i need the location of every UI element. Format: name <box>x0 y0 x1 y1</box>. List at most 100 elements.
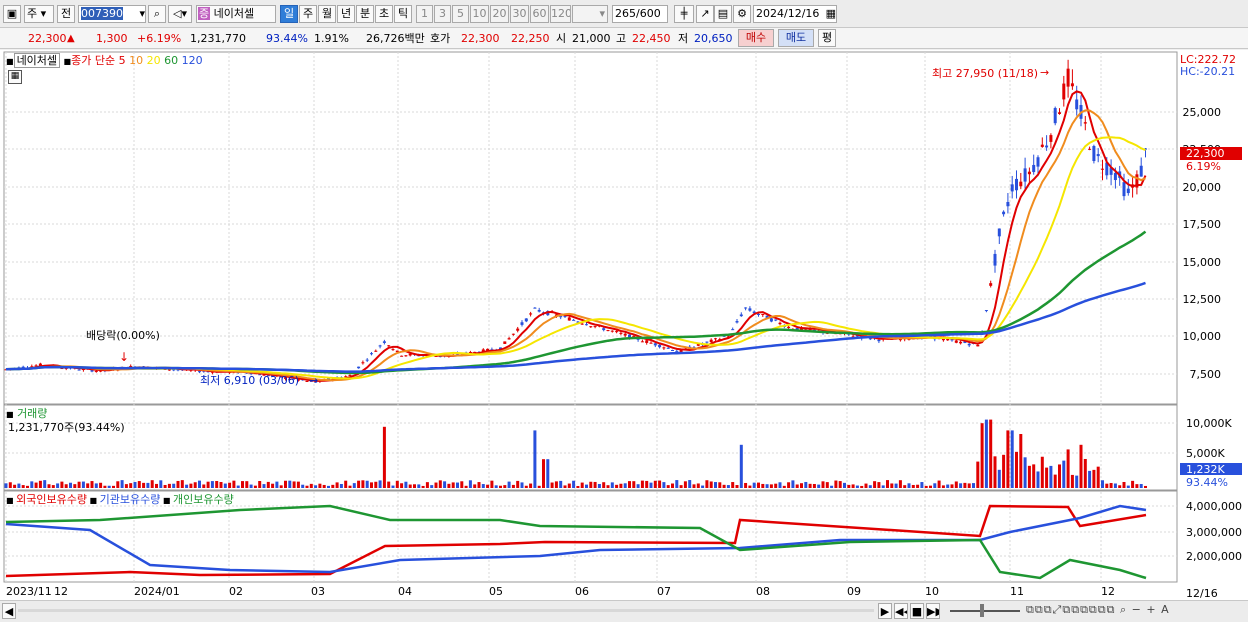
volume-bar <box>567 483 571 488</box>
volume-bar <box>907 483 911 488</box>
volume-bar <box>675 480 679 488</box>
zoom-slider-handle[interactable] <box>980 604 984 617</box>
interval-button-120[interactable]: 120 <box>550 5 571 23</box>
chart-tool-icon[interactable]: ╪ <box>674 5 694 23</box>
zoom-slider[interactable] <box>950 610 1020 612</box>
stock-code-input[interactable]: 007390 ▾ <box>78 5 146 23</box>
interval-button-5[interactable]: 5 <box>452 5 469 23</box>
calendar-icon[interactable]: ▦ <box>826 6 836 22</box>
speaker-icon[interactable]: ◁▾ <box>168 5 192 23</box>
candle-body <box>537 309 541 312</box>
volume-bar <box>838 481 842 488</box>
volume-bar <box>688 480 692 488</box>
volume-bar <box>413 484 416 488</box>
bottom-scrollbar[interactable]: ◀ ▶ ◀◀ ■ ▶▶ ⧉⧉⧉⤢⧉⧉⧉⧉⧉⧉ ⌕ − + A <box>0 600 1248 622</box>
candle-body <box>567 317 571 321</box>
trend-icon[interactable]: ↗ <box>696 5 714 23</box>
volume-bar <box>632 481 636 488</box>
volume-bar <box>903 485 907 488</box>
volume-value: 1,231,770 <box>190 32 246 45</box>
prev-button[interactable]: 전 <box>57 5 75 23</box>
volume-bar <box>137 481 141 488</box>
candle-body <box>1092 146 1096 162</box>
interval-button-3[interactable]: 3 <box>434 5 451 23</box>
interval-button-10[interactable]: 10 <box>470 5 489 23</box>
volume-bar <box>288 480 292 488</box>
candle-body <box>735 321 739 323</box>
candle-body <box>1010 184 1014 192</box>
volume-bar <box>124 484 128 488</box>
stock-badge: 증 <box>198 7 211 20</box>
interval-select[interactable]: ▾ <box>572 5 608 23</box>
low-price: 20,650 <box>694 32 733 45</box>
price-tick-label: 17,500 <box>1183 218 1222 231</box>
volume-bar <box>881 485 885 488</box>
gear-icon[interactable]: ⚙ <box>733 5 751 23</box>
candle-body <box>976 344 980 347</box>
candle-body <box>769 318 773 322</box>
period-tab-5[interactable]: 초 <box>375 5 393 23</box>
eval-button[interactable]: 평 <box>818 29 836 47</box>
period-tab-0[interactable]: 일 <box>280 5 298 23</box>
window-icon[interactable]: ▣ <box>3 5 21 23</box>
market-select[interactable]: 주 ▾ <box>24 5 54 23</box>
volume-bar <box>13 484 17 488</box>
volume-bar <box>8 482 12 488</box>
interval-button-1[interactable]: 1 <box>416 5 433 23</box>
interval-button-30[interactable]: 30 <box>510 5 529 23</box>
period-tab-1[interactable]: 주 <box>299 5 317 23</box>
candle-body <box>387 345 391 347</box>
candle-body <box>572 319 576 321</box>
price-tick-label: 15,000 <box>1183 256 1222 269</box>
volume-bar <box>391 485 395 488</box>
x-end-label: 12/16 <box>1186 587 1218 600</box>
bottom-tool-icons[interactable]: ⧉⧉⧉⤢⧉⧉⧉⧉⧉⧉ ⌕ − + A <box>1026 603 1170 617</box>
sell-button[interactable]: 매도 <box>778 29 814 47</box>
buy-button[interactable]: 매수 <box>738 29 774 47</box>
volume-bar <box>202 484 206 488</box>
stock-name-field[interactable]: 증 네이처셀 <box>196 5 276 23</box>
forward-icon[interactable]: ▶▶ <box>926 603 940 619</box>
chart-area[interactable]: 25,00022,50020,00017,50015,00012,50010,0… <box>0 50 1248 600</box>
volume-bar <box>653 480 657 488</box>
volume-bar <box>782 485 786 488</box>
candle-body <box>563 316 567 318</box>
turnover-rate: 1.91% <box>314 32 349 45</box>
stock-legend-label[interactable]: 네이처셀 <box>13 53 61 68</box>
period-tab-6[interactable]: 틱 <box>394 5 412 23</box>
volume-bar <box>529 483 533 488</box>
save-icon[interactable]: ▤ <box>714 5 732 23</box>
interval-button-20[interactable]: 20 <box>490 5 509 23</box>
volume-bar <box>1023 457 1027 488</box>
volume-bar <box>133 482 137 488</box>
volume-bar <box>1088 470 1092 488</box>
period-tab-2[interactable]: 월 <box>318 5 336 23</box>
candle-body <box>1032 164 1036 173</box>
volume-bar <box>1019 434 1023 488</box>
date-field[interactable]: 2024/12/16 ▦ <box>753 5 837 23</box>
period-tab-4[interactable]: 분 <box>356 5 374 23</box>
hc-label: HC:-20.21 <box>1180 65 1235 78</box>
candle-body <box>748 308 752 311</box>
volume-bar <box>554 481 558 488</box>
volume-bar <box>30 481 34 488</box>
volume-bar <box>941 485 945 488</box>
volume-bar <box>610 482 614 488</box>
price-chart-svg[interactable]: 25,00022,50020,00017,50015,00012,50010,0… <box>0 50 1248 600</box>
count-field[interactable]: 265/600 <box>612 5 668 23</box>
volume-bar <box>860 485 864 488</box>
rewind-icon[interactable]: ◀◀ <box>894 603 908 619</box>
volume-bar <box>752 482 756 488</box>
volume-bar <box>395 480 399 488</box>
scroll-left-icon[interactable]: ◀ <box>2 603 16 619</box>
scroll-right-icon[interactable]: ▶ <box>878 603 892 619</box>
scroll-track[interactable] <box>18 609 874 612</box>
stop-icon[interactable]: ■ <box>910 603 924 619</box>
candle-body <box>997 228 1001 237</box>
volume-bar <box>1126 485 1130 488</box>
period-tab-3[interactable]: 년 <box>337 5 355 23</box>
table-icon[interactable]: ▦ <box>8 70 22 84</box>
volume-bar <box>954 481 958 488</box>
interval-button-60[interactable]: 60 <box>530 5 549 23</box>
search-icon[interactable]: ⌕ <box>148 5 166 23</box>
